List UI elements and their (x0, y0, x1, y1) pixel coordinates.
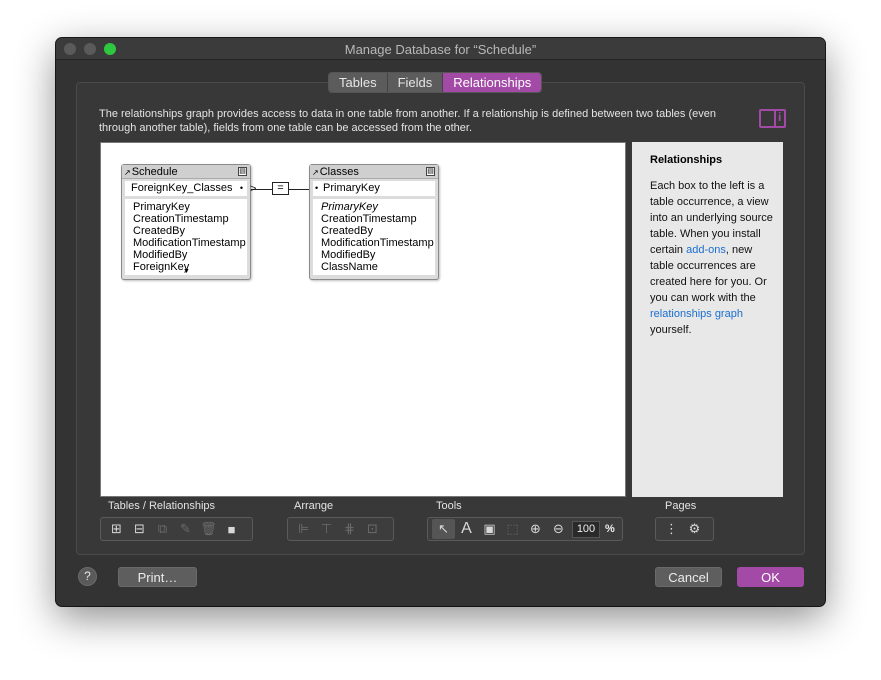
intro-text: The relationships graph provides access … (99, 108, 716, 134)
field-item[interactable]: PrimaryKey (321, 201, 435, 213)
tables-relationships-label: Tables / Relationships (108, 500, 216, 512)
tools-label: Tools (436, 500, 462, 512)
print-button[interactable]: Print… (118, 567, 197, 587)
zoom-level-input[interactable]: 100 (572, 520, 600, 538)
field-list[interactable]: PrimaryKey CreationTimestamp CreatedBy M… (313, 199, 435, 275)
field-item[interactable]: ClassName (321, 261, 435, 273)
field-item[interactable]: PrimaryKey (133, 201, 247, 213)
tab-tables[interactable]: Tables (329, 73, 388, 92)
key-field-name: PrimaryKey (323, 182, 380, 194)
cancel-button[interactable]: Cancel (655, 567, 722, 587)
table-name: Schedule (131, 166, 178, 178)
title-bar: Manage Database for “Schedule” (56, 38, 825, 60)
inspector-sidebar: Relationships Each box to the left is a … (632, 142, 783, 497)
key-field-name: ForeignKey_Classes (131, 182, 233, 194)
sidebar-body: Each box to the left is a table occurren… (650, 178, 773, 338)
collapse-icon[interactable]: ▤ (238, 167, 247, 176)
table-occurrence-schedule[interactable]: ↗Schedule ▤ ForeignKey_Classes • Primary… (121, 164, 251, 280)
arrange-toolbar: ⊫ ⊤ ⋕ ⊡ (287, 517, 394, 541)
field-item[interactable]: CreationTimestamp (133, 213, 247, 225)
arrange-label: Arrange (294, 500, 334, 512)
edit-pencil-icon[interactable]: ✎ (174, 519, 197, 539)
sidebar-text: yourself. (650, 324, 692, 336)
table-name: Classes (319, 166, 359, 178)
table-occurrence-header[interactable]: ↗Classes ▤ (310, 165, 438, 179)
page-breaks-icon[interactable]: ⋮ (660, 519, 683, 539)
note-tool-icon[interactable]: ▣ (478, 519, 501, 539)
arrow-icon: ↗ (312, 168, 319, 177)
zoom-unit: % (605, 523, 615, 535)
tab-relationships[interactable]: Relationships (443, 73, 542, 92)
database-tabs: Tables Fields Relationships (328, 72, 543, 93)
field-item[interactable]: CreatedBy (133, 225, 247, 237)
align-top-icon[interactable]: ⊤ (315, 519, 338, 539)
crows-foot-icon: > (250, 183, 257, 195)
field-item[interactable]: CreatedBy (321, 225, 435, 237)
pages-toolbar: ⋮ ⚙ (655, 517, 714, 541)
window-title: Manage Database for “Schedule” (344, 42, 537, 57)
help-button[interactable]: ? (78, 567, 97, 586)
resize-icon[interactable]: ⊡ (361, 519, 384, 539)
relationships-graph[interactable]: ↗Schedule ▤ ForeignKey_Classes • Primary… (100, 142, 626, 497)
inspector-toggle-icon[interactable]: i (759, 109, 786, 128)
select-related-icon[interactable]: ⬚ (501, 519, 524, 539)
pages-label: Pages (665, 500, 697, 512)
text-tool-icon[interactable]: A (455, 519, 478, 539)
tools-toolbar: ↖ A ▣ ⬚ ⊕ ⊖ 100 % (427, 517, 623, 541)
field-item[interactable]: ModificationTimestamp (133, 237, 247, 249)
zoom-in-icon[interactable]: ⊕ (524, 519, 547, 539)
trash-icon[interactable]: 🗑 (197, 519, 220, 539)
field-list[interactable]: PrimaryKey CreationTimestamp CreatedBy M… (125, 199, 247, 275)
toggle-divider (774, 111, 776, 126)
table-occurrence-classes[interactable]: ↗Classes ▤ • PrimaryKey PrimaryKey Creat… (309, 164, 439, 280)
info-icon: i (778, 110, 782, 124)
sidebar-title: Relationships (650, 154, 723, 166)
key-dot-icon: • (239, 183, 243, 193)
relationships-graph-link[interactable]: relationships graph (650, 308, 743, 320)
field-item[interactable]: CreationTimestamp (321, 213, 435, 225)
relationship-operator[interactable]: = (272, 182, 289, 195)
add-table-icon[interactable]: ⊞ (105, 519, 128, 539)
field-item[interactable]: ForeignKey (133, 261, 247, 273)
distribute-icon[interactable]: ⋕ (338, 519, 361, 539)
duplicate-icon[interactable]: ⧉ (151, 519, 174, 539)
collapse-icon[interactable]: ▤ (426, 167, 435, 176)
relationships-panel: The relationships graph provides access … (76, 82, 805, 555)
zoom-out-icon[interactable]: ⊖ (547, 519, 570, 539)
arrow-icon: ↗ (124, 168, 131, 177)
add-relationship-icon[interactable]: ⊟ (128, 519, 151, 539)
field-item[interactable]: ModificationTimestamp (321, 237, 435, 249)
key-field[interactable]: • PrimaryKey (313, 181, 435, 196)
scroll-down-icon[interactable]: ▼ (183, 266, 190, 278)
color-swatch-icon[interactable]: ■ (220, 519, 243, 539)
field-item[interactable]: ModifiedBy (321, 249, 435, 261)
add-ons-link[interactable]: add-ons (686, 244, 726, 256)
page-setup-icon[interactable]: ⚙ (683, 519, 706, 539)
table-occurrence-header[interactable]: ↗Schedule ▤ (122, 165, 250, 179)
key-field[interactable]: ForeignKey_Classes • (125, 181, 247, 196)
field-item[interactable]: ModifiedBy (133, 249, 247, 261)
pointer-tool-icon[interactable]: ↖ (432, 519, 455, 539)
manage-database-window: Manage Database for “Schedule” The relat… (56, 38, 825, 606)
key-dot-icon: • (315, 183, 319, 193)
align-left-icon[interactable]: ⊫ (292, 519, 315, 539)
ok-button[interactable]: OK (737, 567, 804, 587)
tab-fields[interactable]: Fields (387, 73, 444, 92)
tables-relationships-toolbar: ⊞ ⊟ ⧉ ✎ 🗑 ■ (100, 517, 253, 541)
